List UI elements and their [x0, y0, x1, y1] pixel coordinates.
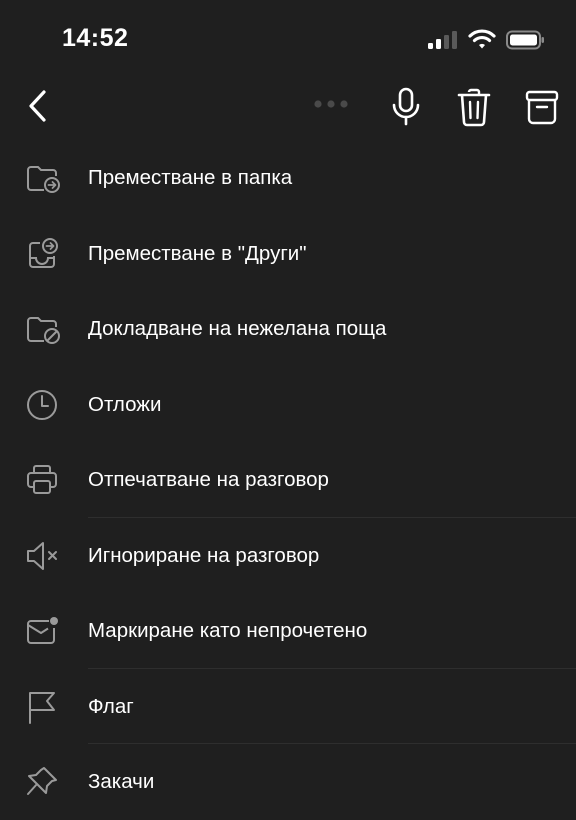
menu-item-label: Закачи: [88, 770, 155, 793]
top-bar: [0, 78, 576, 138]
menu-item-mark-unread[interactable]: Маркиране като непрочетено: [0, 593, 576, 669]
back-icon[interactable]: [22, 86, 56, 126]
mark-unread-icon: [27, 617, 58, 644]
printer-icon: [27, 465, 57, 494]
pin-icon: [27, 767, 57, 795]
menu-item-label: Отпечатване на разговор: [88, 468, 329, 491]
trash-icon[interactable]: [456, 86, 492, 128]
menu-item-label: Преместване в папка: [88, 166, 293, 189]
menu-item-pin[interactable]: Закачи: [0, 744, 576, 820]
menu-item-flag[interactable]: Флаг: [0, 669, 576, 744]
menu-item-label: Отложи: [88, 392, 162, 416]
battery-icon: [506, 30, 544, 50]
archive-icon[interactable]: [524, 86, 560, 128]
menu-item-label: Преместване в "Други": [88, 241, 307, 265]
clock-icon: [27, 389, 57, 420]
wifi-icon: [468, 29, 496, 49]
status-time: 14:52: [62, 24, 129, 52]
menu-item-label: Маркиране като непрочетено: [88, 619, 368, 642]
menu-item-label: Флаг: [88, 694, 134, 718]
more-icon[interactable]: [312, 98, 354, 110]
menu-item-report-junk[interactable]: Докладване на нежелана поща: [0, 291, 576, 367]
menu-item-ignore-conversation[interactable]: Игнориране на разговор: [0, 518, 576, 594]
move-to-folder-icon: [27, 166, 60, 193]
status-bar: 14:52: [0, 0, 576, 78]
menu-item-snooze[interactable]: Отложи: [0, 367, 576, 443]
menu-item-label: Игнориране на разговор: [88, 543, 320, 567]
actions-menu: Преместване в папка Преместване в "Други…: [0, 140, 576, 820]
report-junk-icon: [27, 317, 60, 344]
flag-icon: [29, 691, 55, 724]
microphone-icon[interactable]: [390, 86, 422, 128]
mute-icon: [27, 541, 57, 570]
cellular-signal-icon: [428, 31, 457, 49]
menu-item-label: Докладване на нежелана поща: [88, 317, 387, 340]
menu-item-print-conversation[interactable]: Отпечатване на разговор: [0, 442, 576, 518]
move-to-other-icon: [29, 237, 58, 268]
menu-item-move-to-folder[interactable]: Преместване в папка: [0, 140, 576, 216]
menu-item-move-to-other[interactable]: Преместване в "Други": [0, 216, 576, 292]
